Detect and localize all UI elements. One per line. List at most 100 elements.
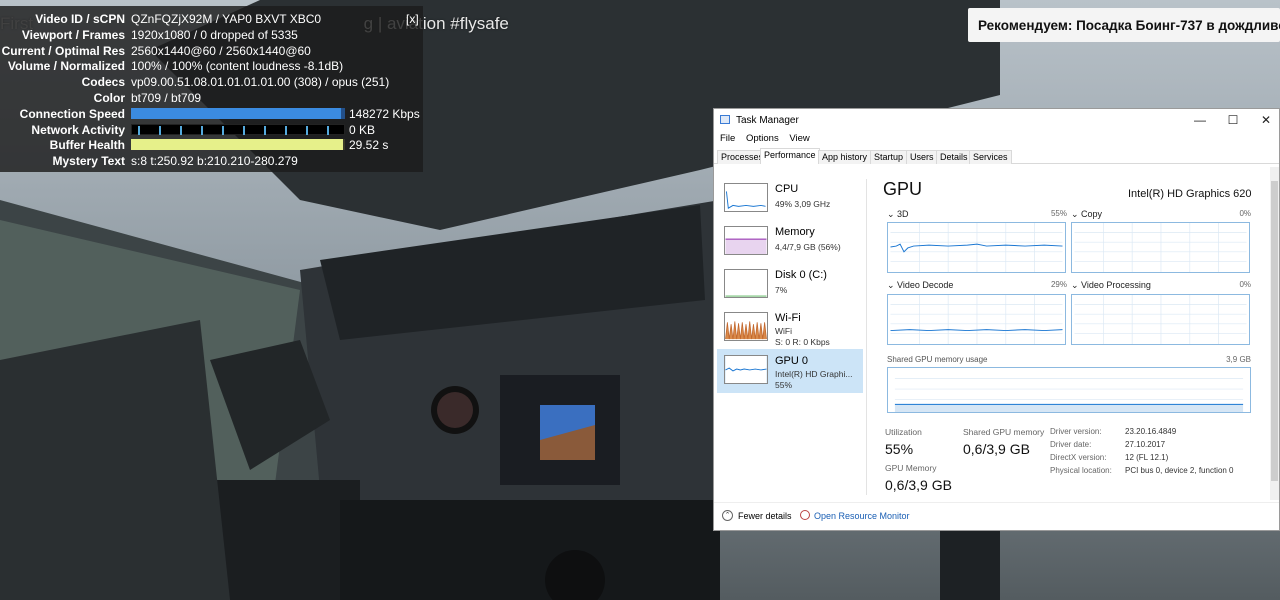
tab-details[interactable]: Details	[936, 150, 972, 164]
footer-bar: ⌃ Fewer details Open Resource Monitor	[714, 502, 1279, 530]
graph-label-video-processing[interactable]: ⌄ Video Processing	[1071, 280, 1151, 291]
sidebar-item-disk[interactable]: Disk 0 (C:) 7%	[717, 263, 863, 307]
sidebar-item-label: CPU	[775, 183, 799, 195]
window-title: Task Manager	[736, 115, 799, 126]
close-button[interactable]: ✕	[1254, 112, 1278, 128]
performance-sidebar: CPU 49% 3,09 GHz Memory 4,4/7,9 GB (56%)…	[717, 171, 865, 501]
buffer-health-bar	[131, 139, 345, 150]
shared-memory-max: 3,9 GB	[1226, 355, 1251, 364]
graph-video-decode	[887, 294, 1066, 345]
sidebar-item-wifi[interactable]: Wi-Fi WiFi S: 0 R: 0 Kbps	[717, 306, 863, 350]
sidebar-item-detail: 7%	[775, 285, 788, 295]
network-activity-tick	[264, 126, 266, 135]
sidebar-item-gpu[interactable]: GPU 0 Intel(R) HD Graphi... 55%	[717, 349, 863, 393]
network-activity-tick	[201, 126, 203, 135]
stats-for-nerds-panel: [x] Video ID / sCPN QZnFQZjX92M / YAP0 B…	[0, 6, 423, 172]
stats-row-network: Network Activity 0 KB	[0, 122, 423, 138]
stats-value: 29.52 s	[349, 138, 389, 152]
cpu-thumbnail-graph	[724, 183, 768, 212]
maximize-button[interactable]: ☐	[1221, 112, 1245, 128]
stats-row-connection: Connection Speed 148272 Kbps	[0, 106, 423, 122]
stats-key: Viewport / Frames	[21, 28, 125, 42]
recommendation-banner[interactable]: Рекомендуем: Посадка Боинг-737 в дождлив…	[968, 8, 1280, 42]
sidebar-item-detail: 4,4/7,9 GB (56%)	[775, 242, 841, 252]
gpu-heading: GPU	[883, 179, 923, 199]
driver-date-row: Driver date: 27.10.2017	[1050, 440, 1166, 449]
stats-value: vp09.00.51.08.01.01.01.01.00 (308) / opu…	[131, 75, 390, 89]
memory-thumbnail-graph	[724, 226, 768, 255]
network-activity-bar	[131, 124, 345, 135]
utilization-value: 55%	[885, 441, 914, 457]
sidebar-item-cpu[interactable]: CPU 49% 3,09 GHz	[717, 177, 863, 221]
vertical-scrollbar[interactable]	[1270, 167, 1279, 500]
fewer-details-link[interactable]: Fewer details	[738, 511, 792, 521]
open-resource-monitor-link[interactable]: Open Resource Monitor	[814, 511, 910, 521]
title-bar[interactable]: Task Manager — ☐ ✕	[714, 109, 1279, 131]
shared-gpu-memory-label: Shared GPU memory	[963, 427, 1045, 437]
network-activity-tick	[306, 126, 308, 135]
shared-gpu-memory-value: 0,6/3,9 GB	[963, 441, 1030, 457]
tab-bar: Processes Performance App history Startu…	[714, 148, 1279, 164]
graph-percent: 0%	[1239, 209, 1251, 218]
sidebar-item-detail: S: 0 R: 0 Kbps	[775, 337, 830, 347]
graph-percent: 55%	[1050, 209, 1067, 218]
physical-location-row: Physical location: PCI bus 0, device 2, f…	[1050, 466, 1234, 475]
stats-key: Current / Optimal Res	[1, 44, 125, 58]
graph-percent: 29%	[1050, 280, 1067, 289]
network-activity-tick	[243, 126, 245, 135]
stats-row-buffer: Buffer Health 29.52 s	[0, 137, 423, 153]
sidebar-item-memory[interactable]: Memory 4,4/7,9 GB (56%)	[717, 220, 863, 264]
connection-speed-bar	[131, 108, 345, 119]
sidebar-item-detail: WiFi	[775, 326, 792, 336]
network-activity-tick	[180, 126, 182, 135]
graph-label-copy[interactable]: ⌄ Copy	[1071, 209, 1102, 220]
menu-file[interactable]: File	[720, 133, 735, 144]
sidebar-item-detail: 49% 3,09 GHz	[775, 199, 831, 209]
graph-3d	[887, 222, 1066, 273]
directx-version-row: DirectX version: 12 (FL 12.1)	[1050, 453, 1169, 462]
stats-value: 0 KB	[349, 123, 376, 137]
graph-label-3d[interactable]: ⌄ 3D	[887, 209, 909, 220]
stats-key: Mystery Text	[52, 154, 125, 168]
menu-bar: File Options View	[720, 133, 818, 144]
sidebar-item-label: Disk 0 (C:)	[775, 269, 827, 281]
stats-value: 148272 Kbps	[349, 107, 420, 121]
resource-monitor-icon	[800, 510, 810, 520]
network-activity-tick	[138, 126, 140, 135]
sidebar-item-label: GPU 0	[775, 355, 809, 367]
stats-value: 2560x1440@60 / 2560x1440@60	[131, 44, 311, 58]
chevron-up-icon[interactable]: ⌃	[722, 510, 733, 521]
network-activity-tick	[285, 126, 287, 135]
panel-divider	[866, 179, 867, 495]
shared-memory-label: Shared GPU memory usage	[887, 355, 988, 364]
task-manager-icon	[720, 115, 730, 124]
sidebar-item-detail: Intel(R) HD Graphi...	[775, 369, 853, 379]
task-manager-window[interactable]: Task Manager — ☐ ✕ File Options View Pro…	[713, 108, 1280, 531]
tab-startup[interactable]: Startup	[870, 150, 908, 164]
sidebar-item-label: Wi-Fi	[775, 312, 801, 324]
tab-app-history[interactable]: App history	[818, 150, 872, 164]
minimize-button[interactable]: —	[1188, 112, 1212, 128]
network-activity-tick	[222, 126, 224, 135]
graph-shared-memory	[887, 367, 1251, 413]
utilization-label: Utilization	[885, 427, 922, 437]
tab-services[interactable]: Services	[969, 150, 1012, 164]
tab-users[interactable]: Users	[906, 150, 938, 164]
stats-key: Network Activity	[31, 123, 125, 137]
driver-version-row: Driver version: 23.20.16.4849	[1050, 427, 1177, 436]
menu-options[interactable]: Options	[746, 133, 779, 144]
gpu-memory-value: 0,6/3,9 GB	[885, 477, 952, 493]
stats-value: s:8 t:250.92 b:210.210-280.279	[131, 154, 298, 168]
graph-label-video-decode[interactable]: ⌄ Video Decode	[887, 280, 953, 291]
disk-thumbnail-graph	[724, 269, 768, 298]
graph-copy	[1071, 222, 1250, 273]
gpu-memory-label: GPU Memory	[885, 463, 937, 473]
network-activity-tick	[159, 126, 161, 135]
network-activity-tick	[327, 126, 329, 135]
gpu-thumbnail-graph	[724, 355, 768, 384]
close-stats-button[interactable]: [x]	[406, 12, 419, 26]
menu-view[interactable]: View	[789, 133, 809, 144]
stats-value: bt709 / bt709	[131, 91, 202, 105]
stats-value: 1920x1080 / 0 dropped of 5335	[131, 28, 298, 42]
tab-performance[interactable]: Performance	[760, 148, 820, 164]
